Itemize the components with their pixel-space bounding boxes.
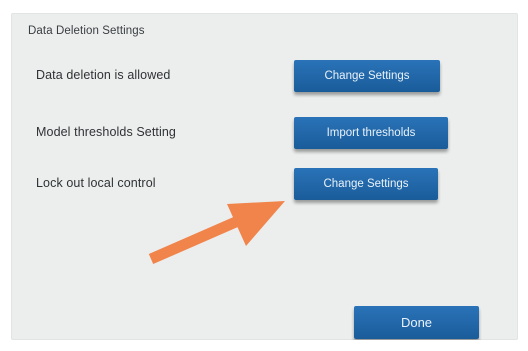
arrow-up-right-icon (148, 201, 285, 265)
